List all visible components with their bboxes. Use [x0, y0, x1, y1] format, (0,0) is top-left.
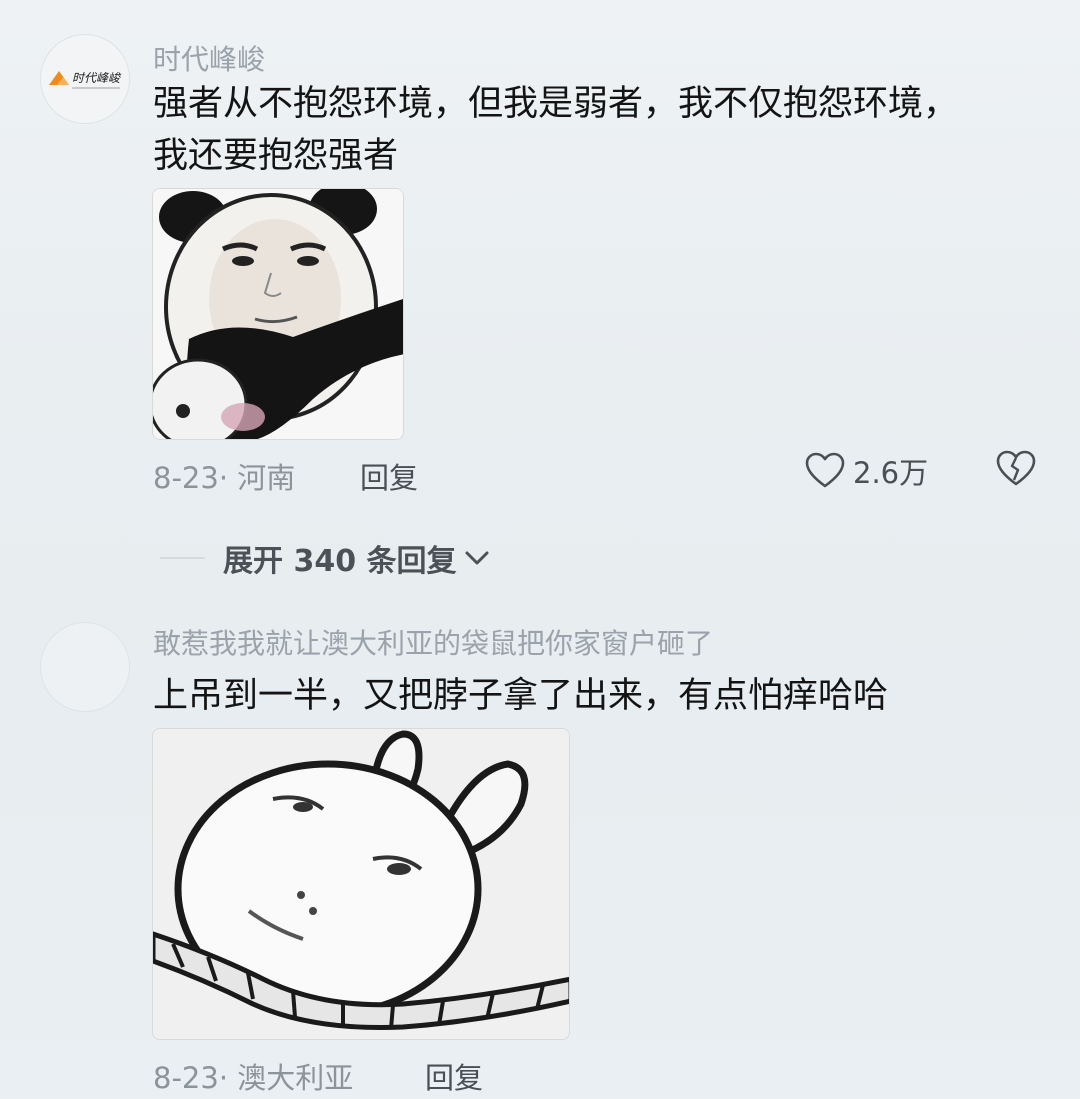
- dislike-button[interactable]: [996, 450, 1036, 492]
- like-button[interactable]: 2.6万: [805, 450, 928, 492]
- comment-item: 敢惹我我就让澳大利亚的袋鼠把你家窗户砸了 上吊到一半，又把脖子拿了出来，有点怕痒…: [0, 600, 1080, 1099]
- comment-text-line: 强者从不抱怨环境，但我是弱者，我不仅抱怨环境，: [153, 84, 959, 124]
- reply-button[interactable]: 回复: [360, 455, 418, 497]
- svg-text:时代峰峻: 时代峰峻: [72, 71, 122, 85]
- rabbit-meme-illustration: [153, 729, 569, 1039]
- comment-date: 8-23: [153, 1061, 219, 1095]
- comment-text-line: 我还要抱怨强者: [153, 136, 399, 176]
- panda-meme-illustration: [153, 189, 403, 439]
- heart-icon: [805, 452, 845, 488]
- meme-image[interactable]: [152, 188, 404, 440]
- comment-meta: 8-23· 河南: [153, 455, 295, 497]
- comment-location: 河南: [237, 461, 296, 495]
- broken-heart-icon: [996, 450, 1036, 486]
- expand-replies-label: 展开 340 条回复: [223, 544, 457, 579]
- comment-text: 上吊到一半，又把脖子拿了出来，有点怕痒哈哈: [153, 676, 889, 716]
- meme-image[interactable]: [152, 728, 570, 1040]
- username[interactable]: 时代峰峻: [153, 38, 265, 78]
- comment-date: 8-23: [153, 461, 219, 495]
- divider: [160, 557, 205, 559]
- comment-text: 强者从不抱怨环境，但我是弱者，我不仅抱怨环境， 我还要抱怨强者: [153, 78, 1033, 182]
- brand-logo-icon: 时代峰峻: [49, 71, 122, 89]
- meta-separator: ·: [218, 1061, 238, 1095]
- username[interactable]: 敢惹我我就让澳大利亚的袋鼠把你家窗户砸了: [153, 622, 713, 662]
- like-count: 2.6万: [853, 456, 929, 490]
- comment-location: 澳大利亚: [237, 1061, 354, 1095]
- avatar[interactable]: [40, 622, 130, 712]
- reply-button[interactable]: 回复: [425, 1055, 483, 1097]
- chevron-down-icon: [465, 551, 489, 565]
- comment-item: 时代峰峻 时代峰峻 强者从不抱怨环境，但我是弱者，我不仅抱怨环境， 我还要抱怨强…: [0, 0, 1080, 500]
- avatar[interactable]: 时代峰峻: [40, 34, 130, 124]
- meta-separator: ·: [218, 461, 238, 495]
- comment-meta: 8-23· 澳大利亚: [153, 1055, 353, 1097]
- expand-replies[interactable]: 展开 340 条回复: [160, 536, 491, 580]
